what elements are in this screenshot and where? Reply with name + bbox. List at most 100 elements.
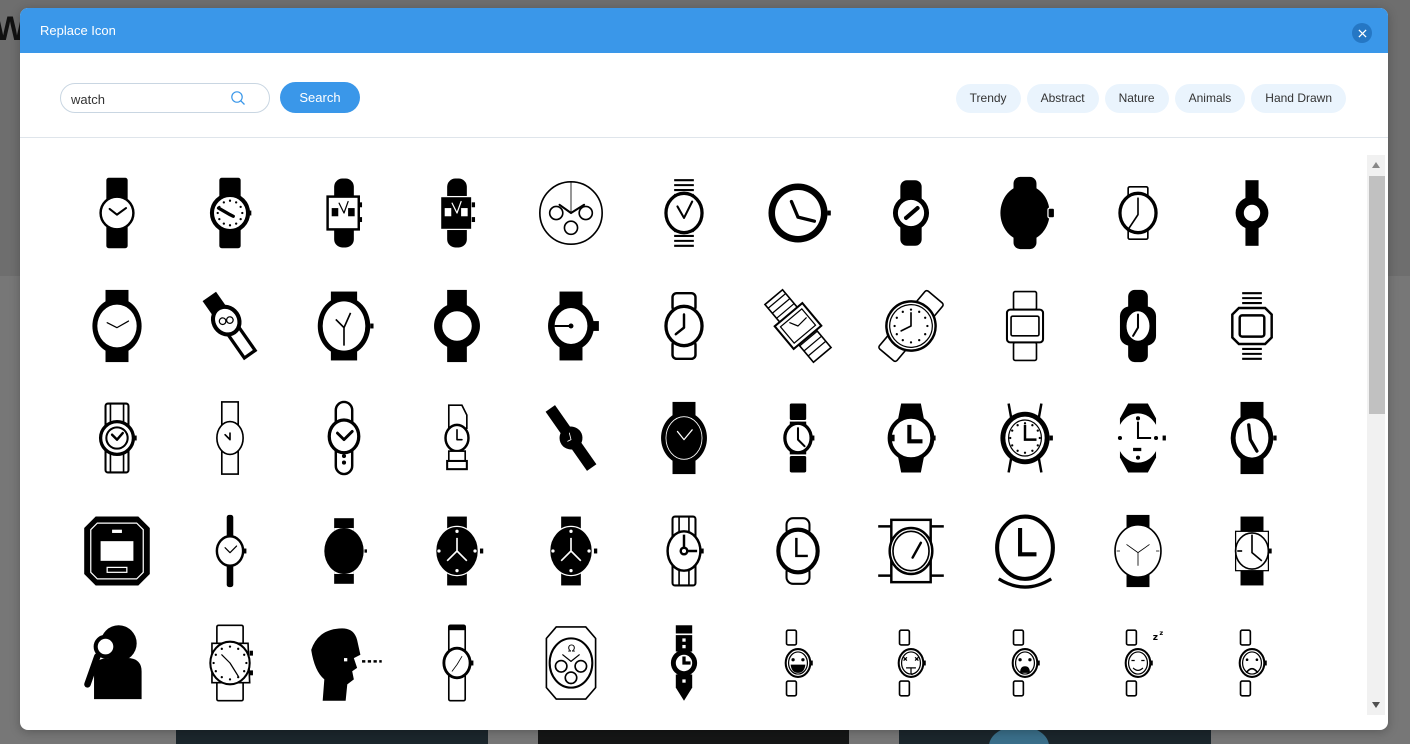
sport-watch-icon bbox=[327, 400, 361, 476]
icon-option[interactable] bbox=[287, 607, 401, 720]
icon-option[interactable] bbox=[741, 495, 855, 608]
icon-option[interactable] bbox=[287, 157, 401, 270]
wristwatch-dotted-dial-icon bbox=[210, 177, 252, 249]
icon-option[interactable] bbox=[514, 382, 628, 495]
bold-hands-watch-icon bbox=[887, 403, 936, 473]
rounded-outline-watch-icon bbox=[776, 516, 820, 585]
category-chip-nature[interactable]: Nature bbox=[1104, 84, 1169, 113]
icon-option[interactable] bbox=[968, 382, 1082, 495]
icon-option[interactable] bbox=[1082, 270, 1196, 383]
icon-option[interactable] bbox=[741, 382, 855, 495]
icon-option[interactable] bbox=[401, 270, 515, 383]
icon-option[interactable] bbox=[287, 382, 401, 495]
framed-watch-icon bbox=[878, 518, 945, 584]
icon-option[interactable]: zz bbox=[1082, 607, 1196, 720]
chronograph-dial-icon bbox=[538, 181, 603, 246]
slim-watch-icon bbox=[215, 514, 247, 587]
icon-option[interactable] bbox=[514, 495, 628, 608]
scroll-down-button[interactable] bbox=[1367, 695, 1385, 715]
search-icon[interactable] bbox=[230, 90, 246, 106]
icon-option[interactable] bbox=[968, 607, 1082, 720]
icon-option[interactable] bbox=[174, 607, 288, 720]
icon-option[interactable] bbox=[628, 157, 742, 270]
rounded-watch-icon bbox=[893, 180, 930, 247]
filled-dial-watch-icon bbox=[324, 517, 367, 584]
search-button[interactable]: Search bbox=[280, 82, 360, 113]
narrow-strap-watch-icon bbox=[442, 624, 474, 702]
tilted-analog-watch-icon bbox=[878, 289, 945, 362]
icon-option[interactable] bbox=[741, 270, 855, 383]
icon-option[interactable] bbox=[514, 270, 628, 383]
square-chronograph-icon bbox=[326, 178, 362, 248]
icon-option[interactable] bbox=[174, 495, 288, 608]
icon-option[interactable] bbox=[174, 157, 288, 270]
icon-option[interactable] bbox=[855, 382, 969, 495]
icon-option[interactable] bbox=[968, 157, 1082, 270]
icon-option[interactable] bbox=[60, 382, 174, 495]
icon-option[interactable] bbox=[968, 270, 1082, 383]
category-chip-animals[interactable]: Animals bbox=[1174, 84, 1246, 113]
category-chip-trendy[interactable]: Trendy bbox=[955, 84, 1021, 113]
icon-option[interactable] bbox=[1082, 495, 1196, 608]
icon-option[interactable] bbox=[514, 157, 628, 270]
icon-option[interactable] bbox=[741, 157, 855, 270]
wide-dial-watch-icon bbox=[1116, 403, 1167, 473]
buckle-watch-icon bbox=[444, 404, 470, 471]
icon-option[interactable] bbox=[628, 270, 742, 383]
icon-option[interactable] bbox=[628, 495, 742, 608]
category-chip-hand-drawn[interactable]: Hand Drawn bbox=[1251, 84, 1346, 113]
pen-watch-icon bbox=[671, 625, 698, 701]
icon-option[interactable] bbox=[741, 607, 855, 720]
icon-option[interactable] bbox=[855, 270, 969, 383]
person-magnifier-icon bbox=[83, 625, 142, 700]
icon-option[interactable] bbox=[60, 495, 174, 608]
luxury-watch-icon bbox=[209, 624, 254, 702]
icon-option[interactable] bbox=[287, 270, 401, 383]
tilted-bracelet-watch-icon bbox=[763, 288, 832, 364]
icon-option[interactable] bbox=[855, 495, 969, 608]
icon-option[interactable] bbox=[60, 157, 174, 270]
crown-watch-icon bbox=[547, 291, 599, 361]
icon-option[interactable] bbox=[1195, 157, 1309, 270]
solid-watch-icon bbox=[1000, 177, 1055, 250]
dialog-header: Replace Icon bbox=[20, 8, 1388, 53]
icon-option[interactable] bbox=[1195, 495, 1309, 608]
category-chip-abstract[interactable]: Abstract bbox=[1026, 84, 1099, 113]
scrollbar-thumb[interactable] bbox=[1369, 176, 1385, 414]
icon-option[interactable] bbox=[1082, 157, 1196, 270]
icon-option[interactable]: Ω bbox=[514, 607, 628, 720]
segmented-watch-icon bbox=[782, 403, 815, 473]
icon-option[interactable] bbox=[628, 382, 742, 495]
icon-option[interactable] bbox=[174, 270, 288, 383]
scroll-up-button[interactable] bbox=[1367, 155, 1385, 175]
icon-option[interactable] bbox=[60, 270, 174, 383]
icon-option[interactable] bbox=[855, 157, 969, 270]
icon-option[interactable] bbox=[401, 495, 515, 608]
icon-option[interactable] bbox=[1195, 607, 1309, 720]
dialog-title: Replace Icon bbox=[40, 23, 116, 38]
vertical-scrollbar[interactable] bbox=[1367, 155, 1385, 715]
sad-face-watch-icon bbox=[1238, 629, 1267, 697]
icon-option[interactable] bbox=[1195, 270, 1309, 383]
tilted-chronograph-icon bbox=[202, 291, 258, 361]
icon-results: Ωzz bbox=[20, 139, 1388, 730]
category-chips: Trendy Abstract Nature Animals Hand Draw… bbox=[955, 84, 1346, 113]
icon-option[interactable] bbox=[1195, 382, 1309, 495]
icon-option[interactable] bbox=[401, 157, 515, 270]
icon-option[interactable] bbox=[401, 607, 515, 720]
clock-arc-icon bbox=[994, 514, 1055, 589]
close-button[interactable] bbox=[1352, 23, 1372, 43]
square-chronograph-dark-icon bbox=[440, 178, 476, 248]
icon-option[interactable] bbox=[855, 607, 969, 720]
icon-option[interactable] bbox=[60, 607, 174, 720]
icon-option[interactable] bbox=[287, 495, 401, 608]
icon-grid: Ωzz bbox=[60, 157, 1360, 720]
icon-option[interactable] bbox=[401, 382, 515, 495]
close-icon bbox=[1357, 28, 1367, 38]
icon-option[interactable] bbox=[628, 607, 742, 720]
banded-watch-icon bbox=[98, 402, 137, 474]
search-input[interactable] bbox=[71, 90, 221, 108]
icon-option[interactable] bbox=[968, 495, 1082, 608]
icon-option[interactable] bbox=[174, 382, 288, 495]
icon-option[interactable] bbox=[1082, 382, 1196, 495]
